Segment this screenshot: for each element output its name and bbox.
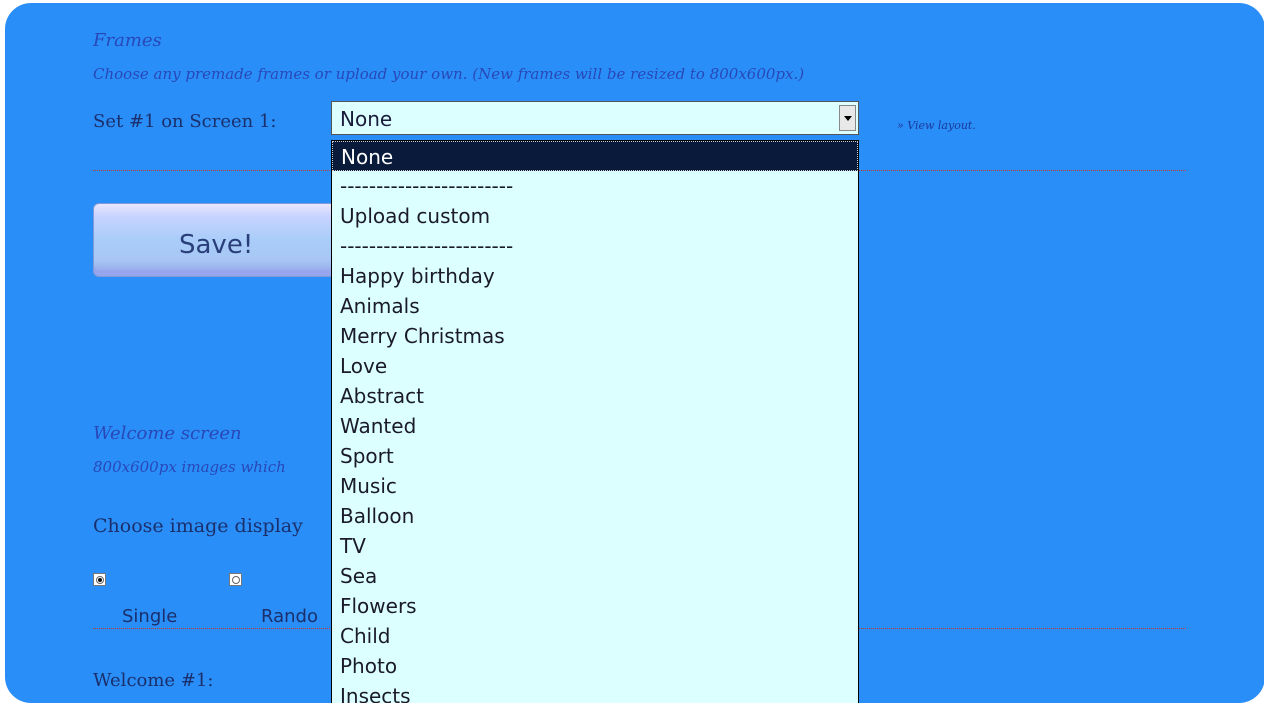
radio-random-label: Rando [261, 606, 318, 627]
option-upload-custom[interactable]: Upload custom [332, 201, 858, 231]
option-wanted[interactable]: Wanted [332, 411, 858, 441]
radio-single-dot [96, 576, 104, 584]
option-divider-2[interactable]: ------------------------ [332, 231, 858, 261]
option-divider-1[interactable]: ------------------------ [332, 171, 858, 201]
settings-panel: Frames Choose any premade frames or uplo… [5, 3, 1264, 703]
option-merry-christmas[interactable]: Merry Christmas [332, 321, 858, 351]
option-sport[interactable]: Sport [332, 441, 858, 471]
radio-single-label: Single [122, 606, 178, 627]
frame-select-value: None [340, 107, 393, 131]
radio-random-dot [232, 576, 240, 584]
welcome-description: 800x600px images which [93, 458, 286, 476]
option-child[interactable]: Child [332, 621, 858, 651]
frames-description: Choose any premade frames or upload your… [93, 65, 805, 83]
option-music[interactable]: Music [332, 471, 858, 501]
option-happy-birthday[interactable]: Happy birthday [332, 261, 858, 291]
option-none[interactable]: None [332, 141, 858, 171]
option-abstract[interactable]: Abstract [332, 381, 858, 411]
frames-title: Frames [93, 30, 162, 51]
option-animals[interactable]: Animals [332, 291, 858, 321]
welcome-title: Welcome screen [93, 423, 242, 444]
frame-select[interactable]: None [331, 101, 859, 135]
option-love[interactable]: Love [332, 351, 858, 381]
option-insects[interactable]: Insects [332, 681, 858, 703]
option-sea[interactable]: Sea [332, 561, 858, 591]
set-screen-label: Set #1 on Screen 1: [93, 111, 277, 132]
dropdown-arrow-icon[interactable] [839, 105, 856, 131]
save-button[interactable]: Save! [93, 203, 353, 277]
image-display-label: Choose image display [93, 515, 303, 537]
option-flowers[interactable]: Flowers [332, 591, 858, 621]
welcome-1-label: Welcome #1: [93, 670, 214, 691]
save-button-label: Save! [179, 230, 254, 260]
radio-single[interactable] [93, 573, 106, 586]
option-balloon[interactable]: Balloon [332, 501, 858, 531]
radio-random[interactable] [229, 573, 242, 586]
frame-dropdown-list: None ------------------------ Upload cus… [331, 140, 859, 703]
option-tv[interactable]: TV [332, 531, 858, 561]
option-photo[interactable]: Photo [332, 651, 858, 681]
view-layout-link[interactable]: » View layout. [897, 119, 976, 132]
